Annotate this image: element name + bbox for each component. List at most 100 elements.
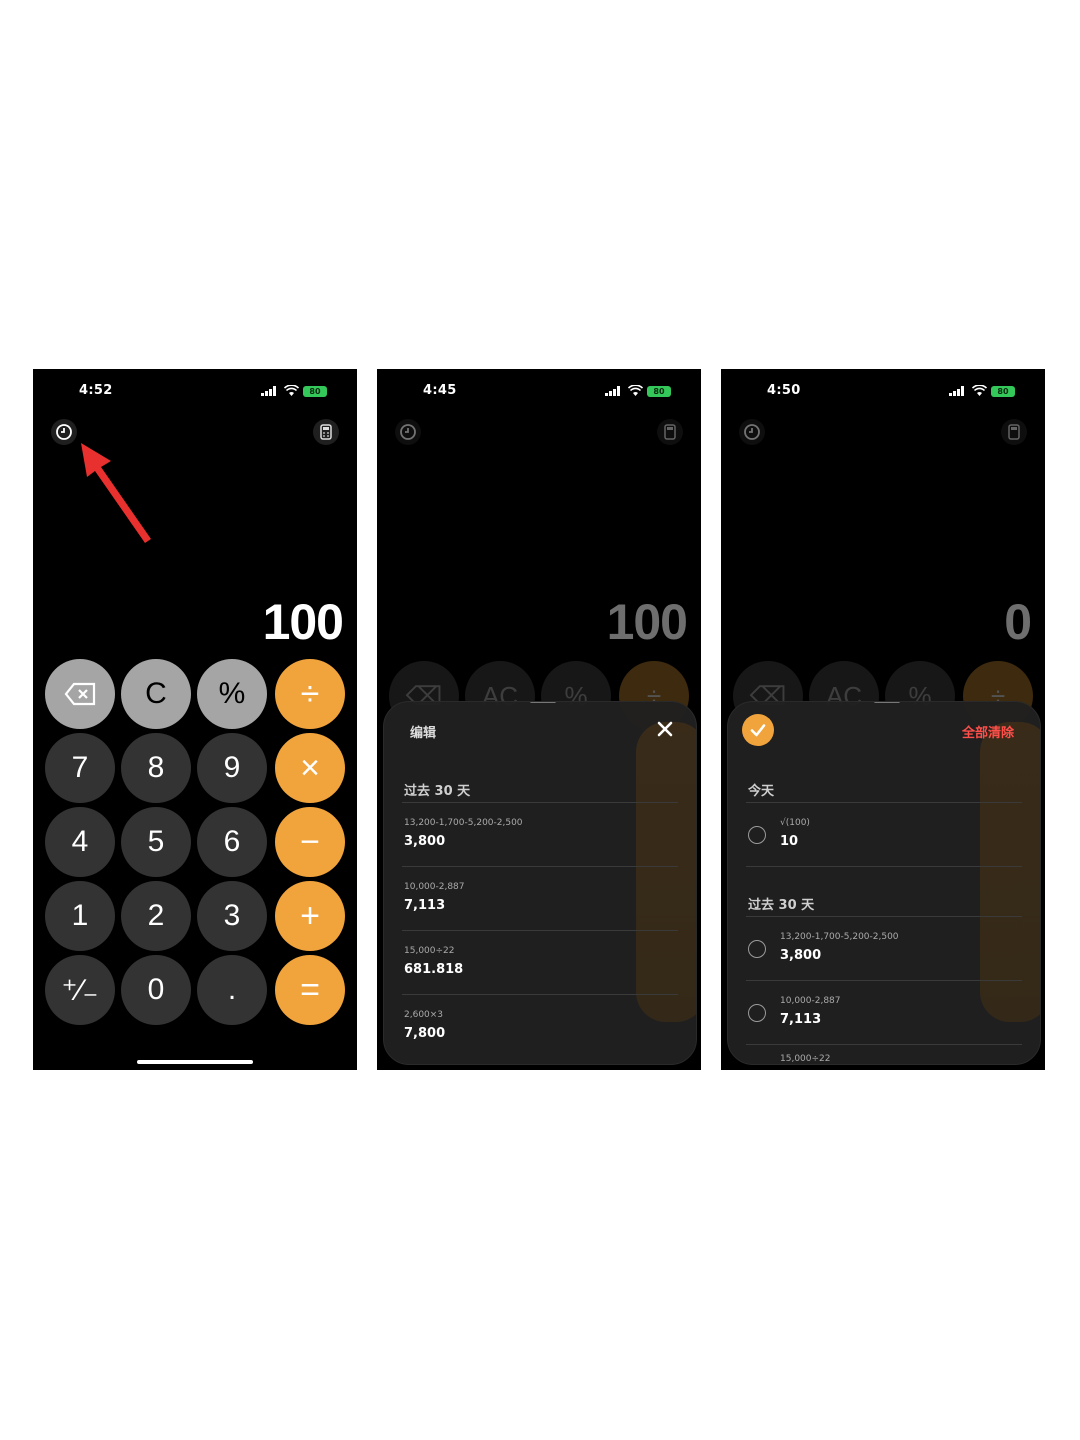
divide-button[interactable]: ÷: [275, 659, 345, 729]
backspace-button[interactable]: [45, 659, 115, 729]
phone-history-view: 4:45 80 100 ⌫ AC % ÷ 编辑 过去 30 天 13,200-1…: [377, 369, 701, 1070]
divider: [746, 866, 1022, 867]
battery-icon: 80: [647, 386, 671, 397]
section-title: 今天: [748, 784, 775, 799]
calculator-icon: [664, 424, 676, 440]
digit-2-button[interactable]: 2: [121, 881, 191, 951]
history-button[interactable]: [739, 419, 765, 445]
history-item[interactable]: 13,200-1,700-5,200-2,500 3,800: [404, 818, 684, 868]
history-item[interactable]: 15,000÷22 681.818: [404, 946, 684, 996]
select-radio[interactable]: [748, 826, 766, 844]
divider: [402, 994, 678, 995]
status-bar: 4:45 80: [377, 383, 701, 399]
history-item[interactable]: 13,200-1,700-5,200-2,500 3,800: [780, 932, 1040, 982]
sheet-header: 全部清除: [728, 702, 1040, 758]
history-result: 7,800: [404, 1026, 446, 1041]
divider: [402, 930, 678, 931]
status-time: 4:45: [423, 383, 457, 398]
divider: [746, 916, 1022, 917]
calculator-icon: [320, 424, 332, 440]
history-expression: 13,200-1,700-5,200-2,500: [780, 932, 899, 942]
battery-icon: 80: [991, 386, 1015, 397]
history-expression: 13,200-1,700-5,200-2,500: [404, 818, 523, 828]
history-result: 681.818: [404, 962, 464, 977]
digit-4-button[interactable]: 4: [45, 807, 115, 877]
add-button[interactable]: +: [275, 881, 345, 951]
percent-button[interactable]: %: [197, 659, 267, 729]
digit-0-button[interactable]: 0: [121, 955, 191, 1025]
calculator-icon: [1008, 424, 1020, 440]
clear-button[interactable]: C: [121, 659, 191, 729]
wifi-icon: [284, 385, 299, 396]
calculator-mode-button[interactable]: [1001, 419, 1027, 445]
select-radio[interactable]: [748, 1004, 766, 1022]
status-bar: 4:52 80: [33, 383, 357, 399]
history-item[interactable]: 10,000-2,887 7,113: [780, 996, 1040, 1046]
history-item[interactable]: 15,000÷22: [780, 1054, 1040, 1064]
history-result: 3,800: [404, 834, 446, 849]
history-expression: 15,000÷22: [780, 1054, 831, 1064]
history-result: 3,800: [780, 948, 822, 963]
subtract-button[interactable]: −: [275, 807, 345, 877]
digit-1-button[interactable]: 1: [45, 881, 115, 951]
history-expression: 10,000-2,887: [780, 996, 841, 1006]
home-indicator[interactable]: [137, 1060, 253, 1064]
clock-icon: [744, 424, 760, 440]
phone-history-edit-view: 4:50 80 0 ⌫ AC % ÷ 全部清除 今天 √(100) 10 过去: [721, 369, 1045, 1070]
digit-9-button[interactable]: 9: [197, 733, 267, 803]
status-bar: 4:50 80: [721, 383, 1045, 399]
phone-calculator-main: 4:52 80 100 C % ÷ 7 8 9 × 4 5 6 − 1 2 3 …: [33, 369, 357, 1070]
display-value: 100: [606, 594, 688, 650]
history-sheet: 编辑 过去 30 天 13,200-1,700-5,200-2,500 3,80…: [383, 701, 697, 1065]
history-item[interactable]: 2,600×3 7,800: [404, 1010, 684, 1060]
digit-5-button[interactable]: 5: [121, 807, 191, 877]
status-time: 4:50: [767, 383, 801, 398]
digit-6-button[interactable]: 6: [197, 807, 267, 877]
wifi-icon: [628, 385, 643, 396]
history-item[interactable]: 10,000-2,887 7,113: [404, 882, 684, 932]
calculator-mode-button[interactable]: [313, 419, 339, 445]
digit-8-button[interactable]: 8: [121, 733, 191, 803]
digit-3-button[interactable]: 3: [197, 881, 267, 951]
backspace-icon: [64, 682, 96, 706]
history-result: 10: [780, 834, 799, 849]
cellular-signal-icon: [605, 386, 620, 396]
history-expression: 15,000÷22: [404, 946, 455, 956]
history-sheet: 全部清除 今天 √(100) 10 过去 30 天 13,200-1,700-5…: [727, 701, 1041, 1065]
plus-minus-button[interactable]: ⁺∕₋: [45, 955, 115, 1025]
clock-icon: [56, 424, 72, 440]
close-icon[interactable]: [654, 718, 676, 740]
history-button[interactable]: [51, 419, 77, 445]
equals-button[interactable]: =: [275, 955, 345, 1025]
history-expression: 10,000-2,887: [404, 882, 465, 892]
sheet-header: 编辑: [384, 702, 696, 758]
calculator-mode-button[interactable]: [657, 419, 683, 445]
multiply-button[interactable]: ×: [275, 733, 345, 803]
display-value: 100: [262, 594, 344, 650]
section-title: 过去 30 天: [748, 898, 815, 913]
status-time: 4:52: [79, 383, 113, 398]
cellular-signal-icon: [949, 386, 964, 396]
section-title: 过去 30 天: [404, 784, 471, 799]
checkmark-icon: [750, 724, 766, 737]
clock-icon: [400, 424, 416, 440]
history-result: 7,113: [780, 1012, 822, 1027]
wifi-icon: [972, 385, 987, 396]
edit-button[interactable]: 编辑: [410, 722, 436, 741]
history-button[interactable]: [395, 419, 421, 445]
divider: [746, 802, 1022, 803]
select-radio[interactable]: [748, 940, 766, 958]
history-expression: √(100): [780, 818, 810, 828]
done-button[interactable]: [742, 714, 774, 746]
decimal-button[interactable]: .: [197, 955, 267, 1025]
red-arrow-annotation: [81, 443, 151, 543]
divider: [746, 1044, 1022, 1045]
divider: [746, 980, 1022, 981]
battery-icon: 80: [303, 386, 327, 397]
clear-all-button[interactable]: 全部清除: [962, 722, 1014, 741]
divider: [402, 802, 678, 803]
digit-7-button[interactable]: 7: [45, 733, 115, 803]
history-item[interactable]: √(100) 10: [780, 818, 1040, 868]
cellular-signal-icon: [261, 386, 276, 396]
divider: [402, 866, 678, 867]
